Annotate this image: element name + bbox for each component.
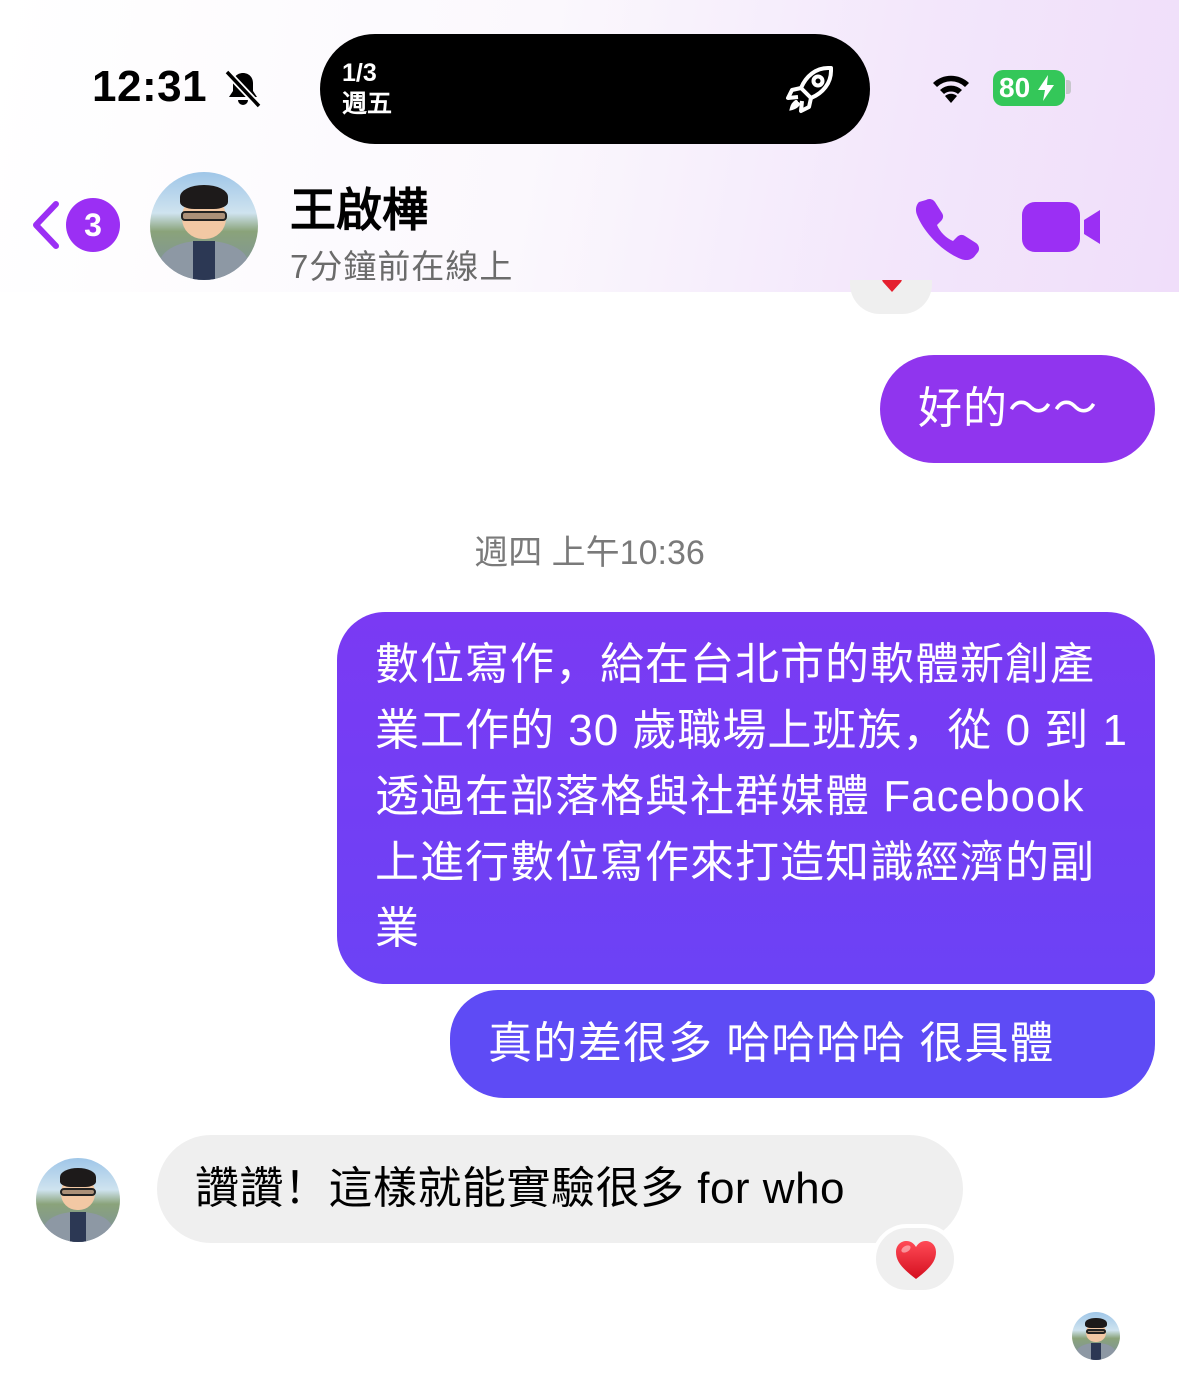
- back-button[interactable]: 3: [24, 190, 124, 260]
- bell-slash-icon: [224, 69, 262, 109]
- read-receipt-avatar: [1072, 1312, 1120, 1360]
- chevron-left-icon: [33, 201, 59, 249]
- battery-charging-bolt-icon: [1038, 75, 1054, 101]
- status-time: 12:31: [92, 62, 208, 111]
- heart-icon: [882, 280, 902, 292]
- wifi-icon: [933, 75, 969, 103]
- battery-tip: [1066, 80, 1071, 94]
- rocket-icon: [786, 66, 833, 113]
- unread-badge: 3: [66, 198, 120, 252]
- sent-message-bubble[interactable]: 好的～～: [880, 355, 1155, 463]
- contact-avatar[interactable]: [150, 172, 258, 280]
- heart-icon: [896, 1241, 936, 1279]
- sent-message-bubble[interactable]: 真的差很多 哈哈哈哈 很具體: [450, 990, 1155, 1098]
- island-date: 1/3 週五: [342, 58, 392, 120]
- contact-name[interactable]: 王啟樺: [290, 174, 428, 240]
- sent-message-bubble[interactable]: 數位寫作，給在台北市的軟體新創產業工作的 30 歲職場上班族，從 0 到 1 透…: [337, 612, 1155, 984]
- dynamic-island[interactable]: 1/3 週五: [320, 34, 870, 144]
- contact-status: 7分鐘前在線上: [290, 248, 514, 285]
- received-message-bubble[interactable]: 讚讚！這樣就能實驗很多 for who: [157, 1135, 963, 1243]
- video-camera-icon[interactable]: [1020, 198, 1104, 256]
- message-timestamp: 週四 上午10:36: [474, 534, 705, 572]
- message-reaction[interactable]: [872, 1224, 958, 1294]
- previous-message-reaction[interactable]: [850, 280, 932, 314]
- island-date-line1: 1/3: [342, 59, 377, 87]
- island-date-line2: 週五: [342, 90, 393, 118]
- phone-icon[interactable]: [912, 194, 982, 264]
- sender-avatar[interactable]: [36, 1158, 120, 1242]
